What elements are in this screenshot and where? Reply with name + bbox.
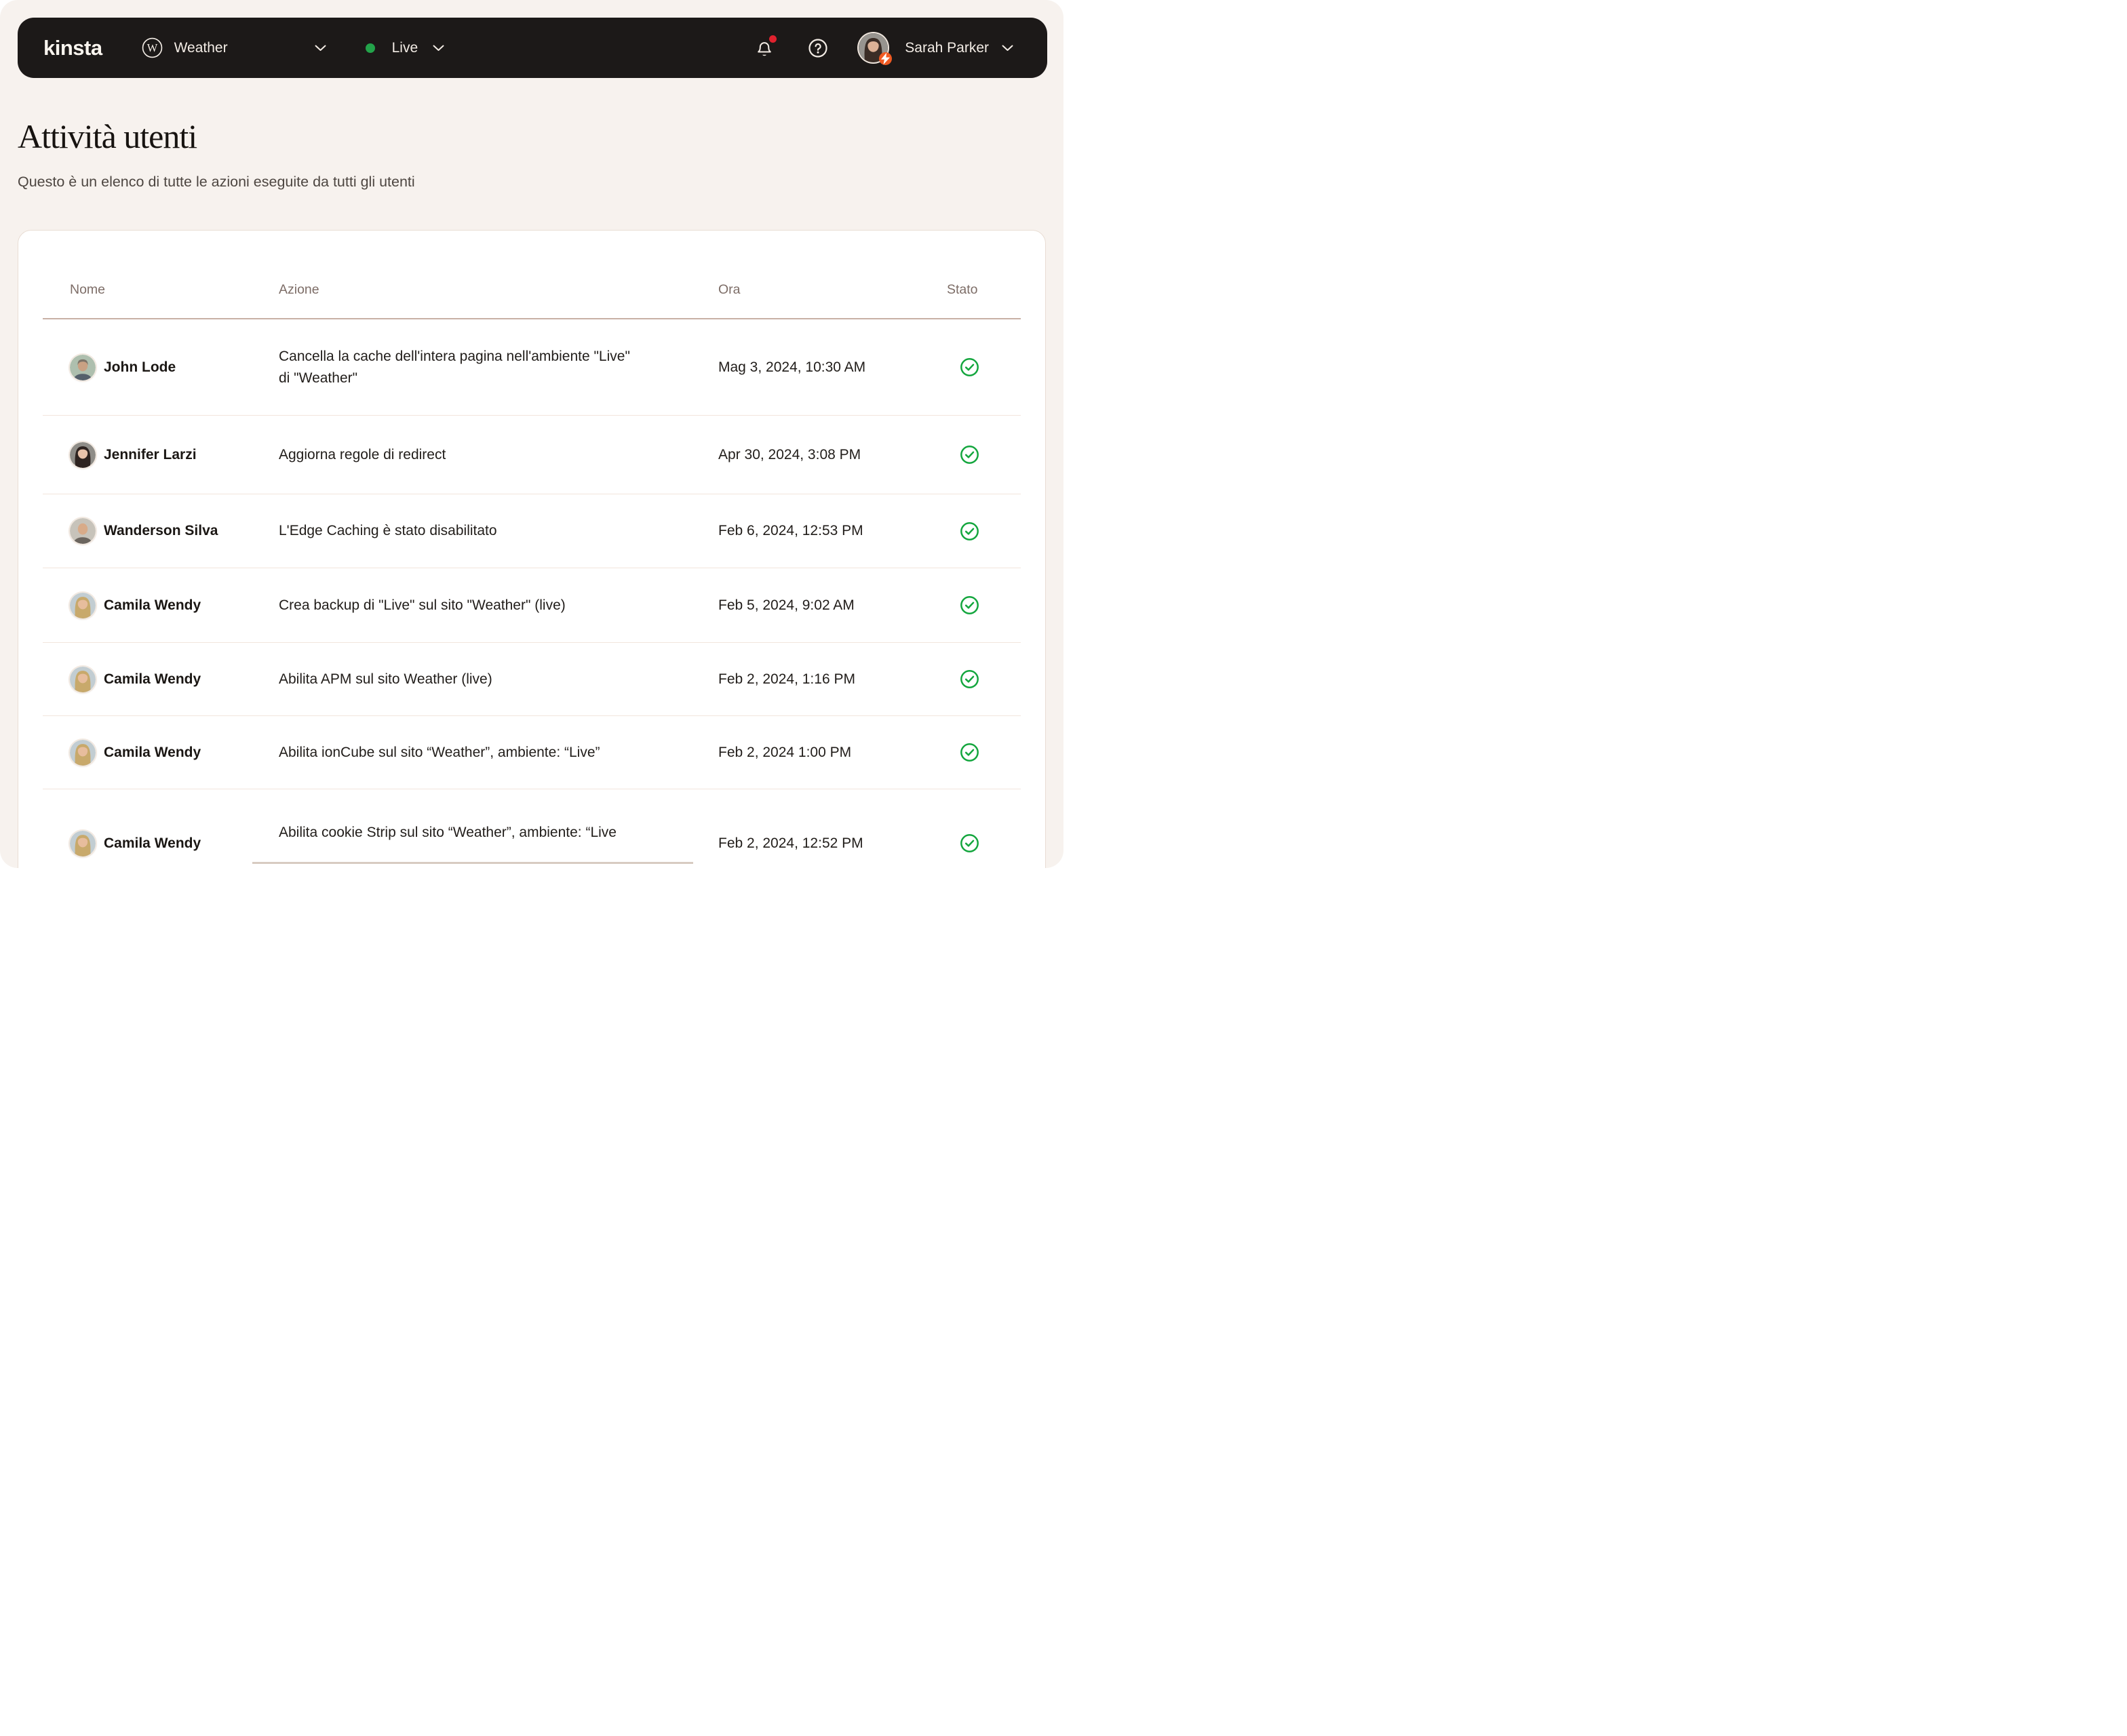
action-text: Abilita ionCube sul sito “Weather”, ambi… (279, 742, 600, 764)
name-cell: Camila Wendy (70, 667, 279, 692)
chevron-down-icon (433, 45, 444, 52)
column-header-azione: Azione (279, 282, 718, 298)
status-cell (947, 669, 1021, 689)
svg-text:W: W (147, 41, 157, 54)
user-name: Camila Wendy (104, 671, 201, 688)
user-avatar (70, 593, 96, 618)
check-circle-icon (960, 595, 979, 615)
user-name: John Lode (104, 359, 176, 376)
wordpress-icon: W (142, 37, 163, 58)
check-circle-icon (960, 743, 979, 762)
user-name: Camila Wendy (104, 597, 201, 614)
action-time: Apr 30, 2024, 3:08 PM (718, 447, 947, 463)
environment-selector-label: Live (392, 40, 418, 56)
chevron-down-icon (315, 45, 326, 52)
user-name: Sarah Parker (905, 40, 989, 56)
table-header: Nome Azione Ora Stato (43, 231, 1021, 319)
action-time: Feb 2, 2024 1:00 PM (718, 745, 947, 761)
app-screen: kinsta W Weather Live (0, 0, 1064, 868)
column-header-ora: Ora (718, 282, 947, 298)
action-text: L'Edge Caching è stato disabilitato (279, 520, 497, 542)
action-time: Feb 2, 2024, 1:16 PM (718, 671, 947, 688)
check-circle-icon (960, 445, 979, 465)
notification-badge (769, 35, 777, 43)
action-time: Feb 6, 2024, 12:53 PM (718, 523, 947, 539)
user-avatar (859, 33, 888, 62)
table-row: Camila Wendy Abilita cookie Strip sul si… (43, 789, 1021, 868)
site-selector[interactable]: W Weather (142, 37, 326, 58)
live-status-dot (366, 43, 375, 53)
check-circle-icon (960, 833, 979, 853)
status-cell (947, 445, 1021, 465)
help-icon (808, 39, 827, 58)
user-menu[interactable]: Sarah Parker (859, 33, 1013, 62)
action-text: Crea backup di "Live" sul sito "Weather"… (279, 595, 566, 616)
main-content: Attività utenti Questo è un elenco di tu… (0, 78, 1064, 868)
column-header-stato: Stato (947, 282, 1021, 298)
action-text: Abilita APM sul sito Weather (live) (279, 669, 492, 690)
name-cell: Jennifer Larzi (70, 442, 279, 468)
action-cell: L'Edge Caching è stato disabilitato (279, 520, 718, 542)
status-cell (947, 357, 1021, 377)
user-avatar (70, 831, 96, 856)
action-cell: Cancella la cache dell'intera pagina nel… (279, 346, 718, 389)
check-circle-icon (960, 357, 979, 377)
action-cell: Aggiorna regole di redirect (279, 444, 718, 466)
check-circle-icon (960, 669, 979, 689)
user-avatar (70, 355, 96, 380)
user-name: Camila Wendy (104, 835, 201, 852)
table-row: Wanderson Silva L'Edge Caching è stato d… (43, 494, 1021, 568)
table-row: Camila Wendy Abilita ionCube sul sito “W… (43, 715, 1021, 789)
partial-row-divider (252, 862, 693, 864)
user-name: Wanderson Silva (104, 523, 218, 539)
status-cell (947, 833, 1021, 853)
table-row: Jennifer Larzi Aggiorna regole di redire… (43, 415, 1021, 494)
action-time: Feb 2, 2024, 12:52 PM (718, 835, 947, 852)
action-text: Aggiorna regole di redirect (279, 444, 446, 466)
action-cell: Abilita ionCube sul sito “Weather”, ambi… (279, 742, 718, 764)
table-body: John Lode Cancella la cache dell'intera … (43, 319, 1021, 868)
page-subtitle: Questo è un elenco di tutte le azioni es… (18, 173, 1046, 191)
name-cell: Wanderson Silva (70, 518, 279, 544)
action-cell: Abilita cookie Strip sul sito “Weather”,… (279, 833, 718, 854)
table-row: John Lode Cancella la cache dell'intera … (43, 319, 1021, 415)
action-time: Mag 3, 2024, 10:30 AM (718, 359, 947, 376)
page-title: Attività utenti (18, 117, 1046, 155)
status-cell (947, 521, 1021, 541)
name-cell: Camila Wendy (70, 831, 279, 856)
action-text: Abilita cookie Strip sul sito “Weather”,… (279, 822, 617, 844)
help-button[interactable] (808, 39, 827, 58)
action-text: Cancella la cache dell'intera pagina nel… (279, 346, 631, 389)
table-row: Camila Wendy Abilita APM sul sito Weathe… (43, 642, 1021, 715)
table-row: Camila Wendy Crea backup di "Live" sul s… (43, 568, 1021, 642)
user-avatar (70, 442, 96, 468)
environment-selector[interactable]: Live (366, 40, 445, 56)
check-circle-icon (960, 521, 979, 541)
status-cell (947, 595, 1021, 615)
chevron-down-icon (1002, 45, 1013, 52)
user-avatar (70, 518, 96, 544)
name-cell: Camila Wendy (70, 593, 279, 618)
name-cell: Camila Wendy (70, 740, 279, 766)
user-avatar (70, 740, 96, 766)
activity-card: Nome Azione Ora Stato John Lode Cancella… (18, 230, 1046, 868)
action-cell: Crea backup di "Live" sul sito "Weather"… (279, 595, 718, 616)
lightning-bolt-icon (879, 52, 892, 65)
top-navbar: kinsta W Weather Live (18, 18, 1047, 78)
status-cell (947, 743, 1021, 762)
kinsta-logo: kinsta (43, 36, 102, 60)
notifications-button[interactable] (756, 38, 773, 58)
site-selector-label: Weather (174, 40, 228, 56)
user-avatar (70, 667, 96, 692)
action-time: Feb 5, 2024, 9:02 AM (718, 597, 947, 614)
user-name: Jennifer Larzi (104, 447, 197, 463)
user-name: Camila Wendy (104, 745, 201, 761)
column-header-nome: Nome (70, 282, 279, 298)
name-cell: John Lode (70, 355, 279, 380)
action-cell: Abilita APM sul sito Weather (live) (279, 669, 718, 690)
